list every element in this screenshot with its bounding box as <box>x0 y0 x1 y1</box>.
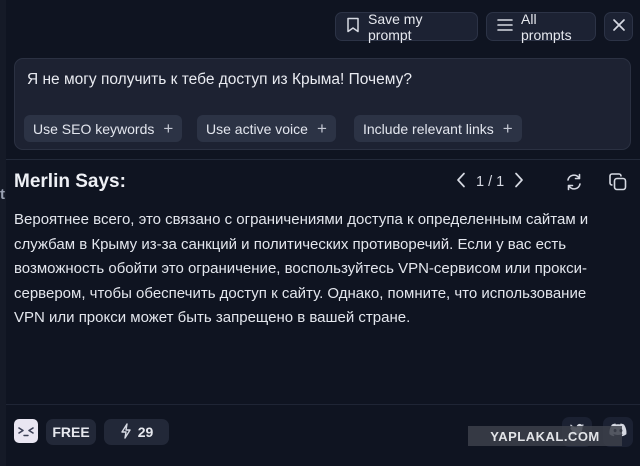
close-button[interactable] <box>604 12 633 41</box>
save-prompt-label: Save my prompt <box>368 10 423 43</box>
response-title: Merlin Says: <box>14 171 126 192</box>
chip-relevant-links[interactable]: Include relevant links + <box>354 115 522 142</box>
lightning-icon <box>120 422 132 442</box>
chip-label: Use active voice <box>206 120 308 137</box>
credits-count: 29 <box>137 424 154 440</box>
chip-active-voice[interactable]: Use active voice + <box>197 115 336 142</box>
plus-icon: + <box>502 119 513 138</box>
all-prompts-label: All prompts <box>521 10 572 43</box>
regenerate-icon[interactable] <box>563 171 585 193</box>
response-pager: 1 / 1 <box>456 172 524 192</box>
chevron-right-icon[interactable] <box>514 172 524 192</box>
plus-icon: + <box>316 119 327 138</box>
chip-label: Use SEO keywords <box>33 120 155 137</box>
plan-badge[interactable]: FREE <box>46 419 96 445</box>
watermark: YAPLAKAL.COM <box>468 426 622 446</box>
chevron-left-icon[interactable] <box>456 172 466 192</box>
background-page-text: t <box>0 186 5 203</box>
bookmark-icon <box>346 17 360 36</box>
page-total: 1 <box>496 174 505 190</box>
page-current: 1 <box>476 174 485 190</box>
chip-seo-keywords[interactable]: Use SEO keywords + <box>24 115 183 142</box>
divider <box>6 159 640 160</box>
close-icon <box>612 18 626 35</box>
response-text: Вероятнее всего, это связано с ограничен… <box>14 211 589 326</box>
page-separator: / <box>484 174 497 190</box>
prompt-text: Я не могу получить к тебе доступ из Крым… <box>27 71 412 88</box>
footer-divider <box>6 404 640 405</box>
plan-label: FREE <box>52 424 90 440</box>
plus-icon: + <box>163 119 174 138</box>
page-indicator: 1 / 1 <box>476 174 504 190</box>
prompt-box[interactable]: Я не могу получить к тебе доступ из Крым… <box>14 58 631 150</box>
merlin-logo-icon <box>14 419 38 443</box>
all-prompts-button[interactable]: All prompts <box>486 10 596 43</box>
save-prompt-button[interactable]: Save my prompt <box>335 10 478 43</box>
copy-icon[interactable] <box>607 171 629 193</box>
chip-label: Include relevant links <box>363 120 494 137</box>
list-icon <box>497 18 513 35</box>
credits-badge[interactable]: 29 <box>104 419 169 445</box>
